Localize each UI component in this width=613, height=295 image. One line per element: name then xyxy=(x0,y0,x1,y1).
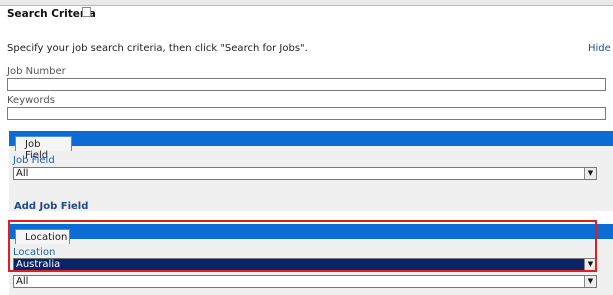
hide-link[interactable]: Hide S xyxy=(588,43,613,54)
location-sub-select-value: All xyxy=(16,276,29,287)
job-field-select[interactable]: All ▼ xyxy=(13,167,597,180)
collapse-box-icon[interactable] xyxy=(82,7,91,17)
job-number-label: Job Number xyxy=(7,66,66,77)
top-border xyxy=(0,0,613,6)
job-field-section: Job Field Job Field All ▼ Add Job Field xyxy=(9,131,613,212)
location-sub-select[interactable]: All ▼ xyxy=(13,275,597,288)
chevron-down-icon[interactable]: ▼ xyxy=(584,168,596,179)
add-job-field-link[interactable]: Add Job Field xyxy=(14,201,88,212)
tab-job-field[interactable]: Job Field xyxy=(15,136,72,161)
chevron-down-icon[interactable]: ▼ xyxy=(584,276,596,287)
intro-text: Specify your job search criteria, then c… xyxy=(7,43,308,54)
keywords-input[interactable] xyxy=(7,107,606,120)
job-number-input[interactable] xyxy=(7,78,606,91)
job-field-section-header xyxy=(9,131,613,146)
job-field-select-value: All xyxy=(16,168,29,179)
location-highlight-box xyxy=(8,220,597,272)
keywords-label: Keywords xyxy=(7,95,55,106)
job-field-label: Job Field xyxy=(13,155,55,166)
